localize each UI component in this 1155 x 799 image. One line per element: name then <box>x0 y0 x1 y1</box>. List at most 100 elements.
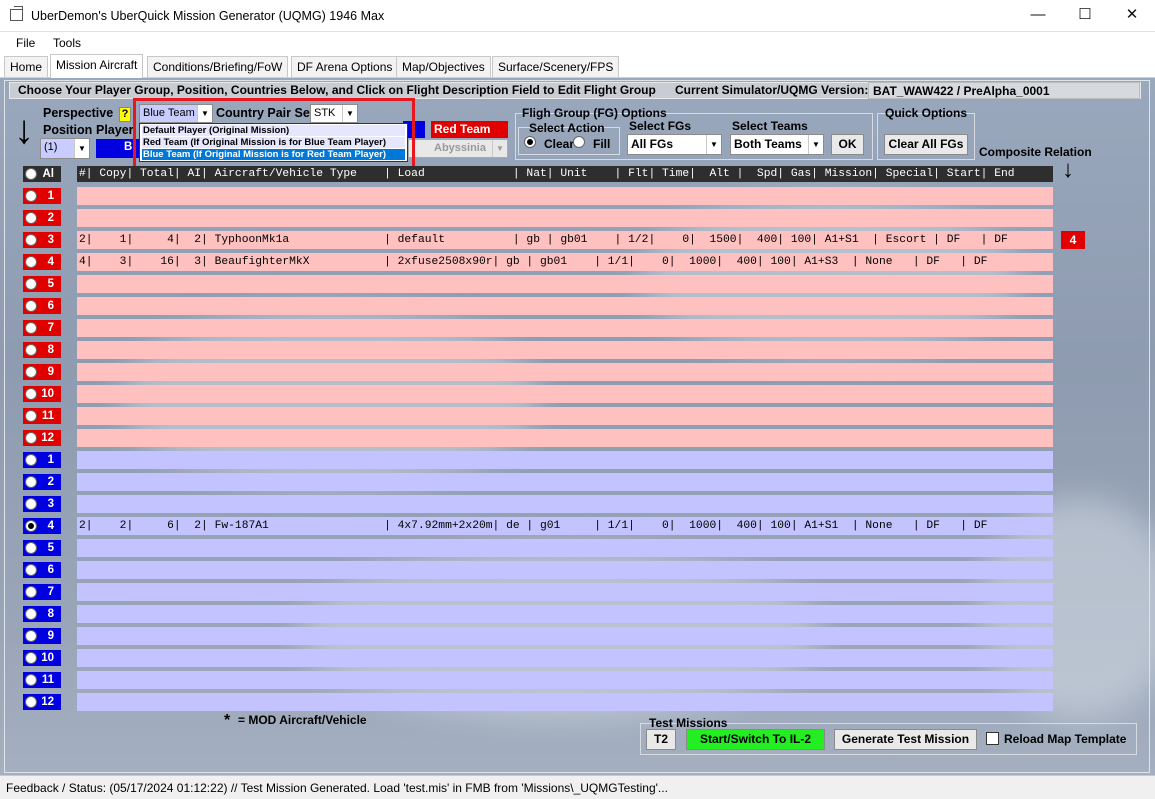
close-button[interactable]: ✕ <box>1109 0 1155 32</box>
blue-fg-button[interactable]: 5 <box>23 540 61 556</box>
fg-number: 2 <box>47 476 54 488</box>
table-row[interactable] <box>77 539 1053 557</box>
test-missions-title: Test Missions <box>649 716 728 730</box>
select-teams-label: Select Teams <box>732 119 808 133</box>
blue-fg-button[interactable]: 1 <box>23 452 61 468</box>
red-fg-button[interactable]: 7 <box>23 320 61 336</box>
table-row[interactable] <box>77 187 1053 205</box>
blue-fg-button[interactable]: 2 <box>23 474 61 490</box>
clear-radio[interactable] <box>524 136 538 150</box>
red-fg-button[interactable]: 11 <box>23 408 61 424</box>
arrow-down-icon: ↓ <box>14 108 34 152</box>
red-fg-button[interactable]: 3 <box>23 232 61 248</box>
blue-fg-button[interactable]: 4 <box>23 518 61 534</box>
table-row[interactable] <box>77 407 1053 425</box>
chevron-down-icon: ▼ <box>74 139 89 158</box>
composite-relation-label: Composite Relation <box>979 145 1092 159</box>
radio-icon <box>25 542 37 554</box>
fill-radio[interactable] <box>573 136 587 150</box>
tab-conditions[interactable]: Conditions/Briefing/FoW <box>147 56 289 77</box>
red-fg-button[interactable]: 10 <box>23 386 61 402</box>
position-value: (1) <box>44 141 58 153</box>
ok-button[interactable]: OK <box>831 134 864 155</box>
table-row[interactable]: 2| 1| 4| 2| TyphoonMk1a | default | gb |… <box>77 231 1053 249</box>
position-select[interactable]: (1) ▼ <box>40 138 90 159</box>
tab-home[interactable]: Home <box>4 56 49 77</box>
table-row[interactable] <box>77 473 1053 491</box>
all-side-button[interactable]: Al <box>23 166 61 182</box>
highlight-box <box>133 98 415 176</box>
composite-relation-badge: 4 <box>1061 231 1085 249</box>
table-row[interactable] <box>77 583 1053 601</box>
red-fg-button[interactable]: 1 <box>23 188 61 204</box>
maximize-button[interactable]: ☐ <box>1062 0 1108 32</box>
table-row[interactable] <box>77 297 1053 315</box>
blue-fg-button[interactable]: 8 <box>23 606 61 622</box>
blue-fg-button[interactable]: 9 <box>23 628 61 644</box>
fg-number: 5 <box>47 278 54 290</box>
radio-icon <box>25 652 37 664</box>
radio-icon <box>25 278 37 290</box>
blue-fg-button[interactable]: 3 <box>23 496 61 512</box>
red-fg-button[interactable]: 5 <box>23 276 61 292</box>
red-country-select[interactable]: Abyssinia ▼ <box>408 139 508 158</box>
red-fg-button[interactable]: 9 <box>23 364 61 380</box>
red-fg-button[interactable]: 12 <box>23 430 61 446</box>
fg-number: 12 <box>41 432 54 444</box>
blue-fg-button[interactable]: 10 <box>23 650 61 666</box>
red-fg-button[interactable]: 6 <box>23 298 61 314</box>
fg-number: 7 <box>47 322 54 334</box>
radio-icon <box>25 674 37 686</box>
blue-fg-button[interactable]: 12 <box>23 694 61 710</box>
tab-mission-aircraft[interactable]: Mission Aircraft <box>50 54 144 78</box>
select-fgs-select[interactable]: All FGs ▼ <box>627 134 722 155</box>
t2-button[interactable]: T2 <box>646 729 676 750</box>
menu-file[interactable]: File <box>16 36 35 50</box>
blue-fg-button[interactable]: 11 <box>23 672 61 688</box>
table-row[interactable] <box>77 341 1053 359</box>
fg-number: 9 <box>47 630 54 642</box>
arrow-down-icon: ↓ <box>1062 156 1074 183</box>
fg-number: 5 <box>47 542 54 554</box>
fill-label: Fill <box>593 137 611 151</box>
table-row[interactable]: 4| 3| 16| 3| BeaufighterMkX | 2xfuse2508… <box>77 253 1053 271</box>
table-row[interactable] <box>77 693 1053 711</box>
fg-number: 9 <box>47 366 54 378</box>
radio-icon <box>25 256 37 268</box>
red-fg-button[interactable]: 2 <box>23 210 61 226</box>
reload-map-label: Reload Map Template <box>1004 732 1127 746</box>
table-row[interactable] <box>77 319 1053 337</box>
table-row[interactable] <box>77 627 1053 645</box>
select-fgs-value: All FGs <box>631 137 674 151</box>
select-teams-select[interactable]: Both Teams ▼ <box>730 134 824 155</box>
table-row[interactable] <box>77 649 1053 667</box>
table-row[interactable] <box>77 605 1053 623</box>
fg-number: 8 <box>47 344 54 356</box>
table-row[interactable] <box>77 209 1053 227</box>
blue-fg-button[interactable]: 7 <box>23 584 61 600</box>
tab-surface[interactable]: Surface/Scenery/FPS <box>492 56 620 77</box>
fg-number: 8 <box>47 608 54 620</box>
red-fg-button[interactable]: 8 <box>23 342 61 358</box>
table-row[interactable] <box>77 363 1053 381</box>
table-row[interactable] <box>77 495 1053 513</box>
generate-test-mission-button[interactable]: Generate Test Mission <box>834 729 977 750</box>
table-row[interactable] <box>77 385 1053 403</box>
help-button[interactable]: ? <box>119 107 131 122</box>
reload-map-checkbox[interactable] <box>986 732 999 745</box>
start-il2-button[interactable]: Start/Switch To IL-2 <box>686 729 825 750</box>
blue-fg-button[interactable]: 6 <box>23 562 61 578</box>
tab-map-objectives[interactable]: Map/Objectives <box>396 56 491 77</box>
chevron-down-icon: ▼ <box>808 135 823 154</box>
table-row[interactable] <box>77 451 1053 469</box>
clear-all-fgs-button[interactable]: Clear All FGs <box>884 134 968 155</box>
tab-df-arena[interactable]: DF Arena Options <box>291 56 399 77</box>
table-row[interactable] <box>77 429 1053 447</box>
table-row[interactable] <box>77 561 1053 579</box>
table-row[interactable] <box>77 671 1053 689</box>
minimize-button[interactable]: — <box>1015 0 1061 32</box>
table-row[interactable] <box>77 275 1053 293</box>
menu-tools[interactable]: Tools <box>53 36 81 50</box>
red-fg-button[interactable]: 4 <box>23 254 61 270</box>
table-row[interactable]: 2| 2| 6| 2| Fw-187A1 | 4x7.92mm+2x20m| d… <box>77 517 1053 535</box>
